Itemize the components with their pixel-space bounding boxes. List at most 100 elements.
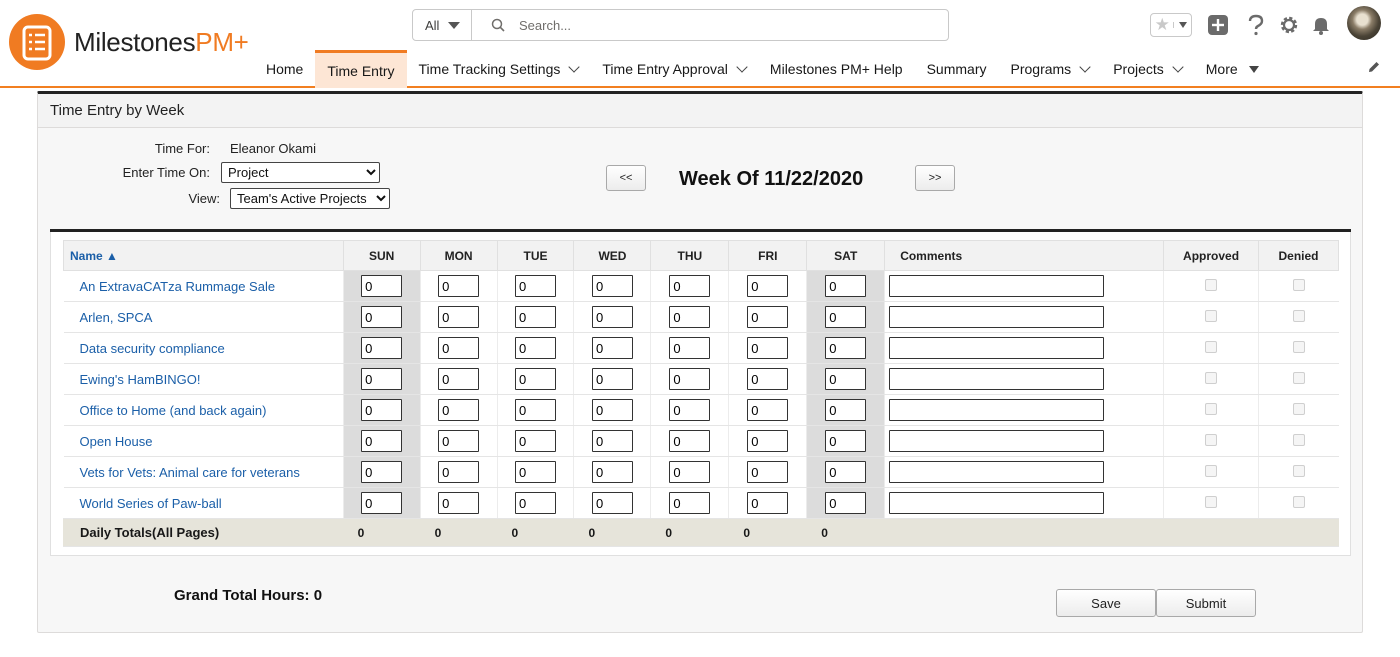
hours-input-thu[interactable] xyxy=(669,399,711,421)
hours-input-fri[interactable] xyxy=(747,337,789,359)
hours-input-wed[interactable] xyxy=(591,368,633,390)
hours-input-thu[interactable] xyxy=(669,492,711,514)
hours-input-thu[interactable] xyxy=(669,337,711,359)
hours-input-fri[interactable] xyxy=(747,430,789,452)
avatar[interactable] xyxy=(1347,6,1381,40)
project-name-link[interactable]: Vets for Vets: Animal care for veterans xyxy=(63,456,344,488)
hours-input-mon[interactable] xyxy=(438,461,480,483)
project-name-link[interactable]: An ExtravaCATza Rummage Sale xyxy=(63,270,344,302)
hours-input-sat[interactable] xyxy=(825,337,867,359)
hours-input-tue[interactable] xyxy=(515,461,557,483)
hours-input-sat[interactable] xyxy=(825,461,867,483)
hours-input-tue[interactable] xyxy=(515,492,557,514)
nav-tab-time-entry-approval[interactable]: Time Entry Approval xyxy=(590,50,758,88)
hours-input-sun[interactable] xyxy=(361,306,403,328)
nav-tab-projects[interactable]: Projects xyxy=(1101,50,1194,88)
hours-input-wed[interactable] xyxy=(591,306,633,328)
hours-input-thu[interactable] xyxy=(669,430,711,452)
hours-input-sun[interactable] xyxy=(361,399,403,421)
global-actions-button[interactable] xyxy=(1205,11,1231,39)
hours-input-sat[interactable] xyxy=(825,368,867,390)
comments-input[interactable] xyxy=(889,492,1105,514)
hours-input-fri[interactable] xyxy=(747,492,789,514)
hours-input-fri[interactable] xyxy=(747,399,789,421)
comments-input[interactable] xyxy=(889,306,1105,328)
edit-nav-icon[interactable] xyxy=(1367,60,1381,74)
hours-input-wed[interactable] xyxy=(591,275,633,297)
comments-input[interactable] xyxy=(889,399,1105,421)
hours-input-thu[interactable] xyxy=(669,461,711,483)
hours-input-sun[interactable] xyxy=(361,492,403,514)
save-button[interactable]: Save xyxy=(1056,589,1156,617)
nav-tab-programs[interactable]: Programs xyxy=(999,50,1102,88)
hours-input-mon[interactable] xyxy=(438,492,480,514)
hours-input-thu[interactable] xyxy=(669,368,711,390)
enter-time-on-select[interactable]: Project xyxy=(221,162,380,183)
help-button[interactable] xyxy=(1243,11,1269,39)
hours-input-mon[interactable] xyxy=(438,399,480,421)
setup-button[interactable] xyxy=(1276,11,1302,39)
hours-input-mon[interactable] xyxy=(438,430,480,452)
nav-tab-time-entry[interactable]: Time Entry xyxy=(315,50,407,88)
hours-input-tue[interactable] xyxy=(515,275,557,297)
project-name-link[interactable]: Data security compliance xyxy=(63,332,344,364)
comments-input[interactable] xyxy=(889,461,1105,483)
hours-input-sun[interactable] xyxy=(361,337,403,359)
hours-input-tue[interactable] xyxy=(515,368,557,390)
hours-input-tue[interactable] xyxy=(515,337,557,359)
hours-input-sat[interactable] xyxy=(825,430,867,452)
nav-tab-more[interactable]: More xyxy=(1194,50,1271,88)
hours-input-fri[interactable] xyxy=(747,368,789,390)
project-name-link[interactable]: World Series of Paw-ball xyxy=(63,487,344,519)
nav-tab-home[interactable]: Home xyxy=(254,50,315,88)
notifications-button[interactable] xyxy=(1308,11,1334,39)
hours-input-tue[interactable] xyxy=(515,306,557,328)
hours-input-wed[interactable] xyxy=(591,399,633,421)
hours-input-sat[interactable] xyxy=(825,492,867,514)
hours-input-mon[interactable] xyxy=(438,337,480,359)
search-scope-dropdown[interactable]: All xyxy=(413,10,472,40)
hours-input-sat[interactable] xyxy=(825,306,867,328)
hours-input-wed[interactable] xyxy=(591,492,633,514)
hours-input-wed[interactable] xyxy=(591,337,633,359)
submit-button[interactable]: Submit xyxy=(1156,589,1256,617)
hours-input-fri[interactable] xyxy=(747,461,789,483)
favorites-dropdown-icon[interactable] xyxy=(1173,22,1191,28)
nav-tab-milestones-pm-help[interactable]: Milestones PM+ Help xyxy=(758,50,915,88)
hours-input-tue[interactable] xyxy=(515,399,557,421)
project-name-link[interactable]: Office to Home (and back again) xyxy=(63,394,344,426)
hours-input-tue[interactable] xyxy=(515,430,557,452)
next-week-button[interactable]: >> xyxy=(915,165,955,191)
hours-input-sun[interactable] xyxy=(361,461,403,483)
project-name-link[interactable]: Open House xyxy=(63,425,344,457)
chevron-down-icon[interactable] xyxy=(568,60,581,73)
hours-input-thu[interactable] xyxy=(669,275,711,297)
hours-input-mon[interactable] xyxy=(438,275,480,297)
hours-input-sun[interactable] xyxy=(361,430,403,452)
hours-input-sat[interactable] xyxy=(825,399,867,421)
hours-input-wed[interactable] xyxy=(591,461,633,483)
project-name-link[interactable]: Ewing's HamBINGO! xyxy=(63,363,344,395)
favorites-button[interactable]: ★ xyxy=(1150,13,1192,37)
comments-input[interactable] xyxy=(889,275,1105,297)
chevron-down-icon[interactable] xyxy=(1079,60,1091,73)
comments-input[interactable] xyxy=(889,368,1105,390)
app-logo[interactable]: MilestonesPM+ xyxy=(9,14,249,70)
view-select[interactable]: Team's Active Projects xyxy=(230,188,390,209)
hours-input-thu[interactable] xyxy=(669,306,711,328)
hours-input-mon[interactable] xyxy=(438,306,480,328)
project-name-link[interactable]: Arlen, SPCA xyxy=(63,301,344,333)
hours-input-mon[interactable] xyxy=(438,368,480,390)
comments-input[interactable] xyxy=(889,430,1105,452)
search-input[interactable] xyxy=(519,17,919,33)
hours-input-sat[interactable] xyxy=(825,275,867,297)
chevron-down-icon[interactable] xyxy=(1172,60,1184,73)
hours-input-sun[interactable] xyxy=(361,368,403,390)
hours-input-sun[interactable] xyxy=(361,275,403,297)
chevron-down-icon[interactable] xyxy=(736,60,748,73)
hours-input-fri[interactable] xyxy=(747,275,789,297)
comments-input[interactable] xyxy=(889,337,1105,359)
previous-week-button[interactable]: << xyxy=(606,165,646,191)
name-column-header[interactable]: Name ▲ xyxy=(63,240,344,271)
hours-input-wed[interactable] xyxy=(591,430,633,452)
